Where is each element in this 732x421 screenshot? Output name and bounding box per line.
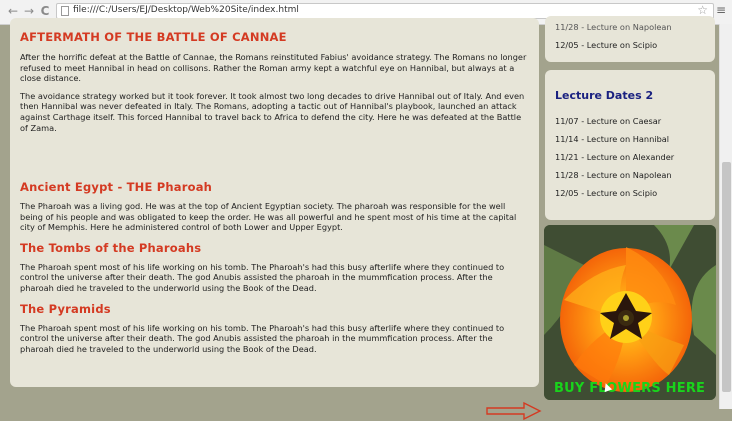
aftermath-paragraph-2: The avoidance strategy worked but it too… xyxy=(20,90,525,133)
vertical-scrollbar[interactable] xyxy=(719,24,732,409)
lecture-item: 11/28 - Lecture on Napolean xyxy=(555,24,672,32)
tulip-image xyxy=(544,225,716,400)
flower-promo[interactable]: BUY FLOWERS HERE xyxy=(544,225,716,400)
arrow-right-icon xyxy=(486,401,542,421)
tombs-paragraph: The Pharoah spent most of his life worki… xyxy=(20,261,505,293)
aftermath-paragraph-1: After the horrific defeat at the Battle … xyxy=(20,52,527,84)
lecture-dates-box-1: 11/28 - Lecture on Napolean 12/05 - Lect… xyxy=(545,16,715,62)
pharoah-heading: Ancient Egypt - THE Pharoah xyxy=(20,180,213,194)
tombs-heading: The Tombs of the Pharoahs xyxy=(20,240,202,255)
aftermath-section: AFTERMATH OF THE BATTLE OF CANNAE After … xyxy=(10,18,539,174)
pyramids-article: The Pyramids The Pharoah spent most of h… xyxy=(20,302,529,355)
address-bar-url: file:///C:/Users/EJ/Desktop/Web%20Site/i… xyxy=(73,5,299,15)
buy-flowers-link[interactable]: BUY FLOWERS HERE xyxy=(554,381,705,396)
bookmark-star-icon[interactable]: ☆ xyxy=(697,3,708,17)
lecture-item: 11/14 - Lecture on Hannibal xyxy=(555,134,670,144)
pharoah-article: Ancient Egypt - THE Pharoah The Pharoah … xyxy=(20,180,529,233)
back-icon[interactable]: ← xyxy=(6,4,20,18)
lecture-item: 11/28 - Lecture on Napolean xyxy=(555,170,672,180)
document-icon xyxy=(61,6,69,16)
pharoah-paragraph: The Pharoah was a living god. He was at … xyxy=(20,201,517,233)
aftermath-heading: AFTERMATH OF THE BATTLE OF CANNAE xyxy=(20,30,287,44)
tombs-article: The Tombs of the Pharoahs The Pharoah sp… xyxy=(20,241,529,294)
lecture-dates-box-2: Lecture Dates 2 11/07 - Lecture on Caesa… xyxy=(545,70,715,220)
lecture-item: 11/21 - Lecture on Alexander xyxy=(555,152,675,162)
lecture-item: 11/07 - Lecture on Caesar xyxy=(555,116,662,126)
lecture-item: 12/05 - Lecture on Scipio xyxy=(555,188,658,198)
lecture-item: 12/05 - Lecture on Scipio xyxy=(555,40,658,50)
page-content: AFTERMATH OF THE BATTLE OF CANNAE After … xyxy=(0,16,732,421)
egypt-section: Ancient Egypt - THE Pharoah The Pharoah … xyxy=(10,161,539,387)
scrollbar-thumb[interactable] xyxy=(722,162,731,392)
pyramids-heading: The Pyramids xyxy=(20,301,111,316)
lecture-dates-heading: Lecture Dates 2 xyxy=(555,89,654,102)
forward-icon[interactable]: → xyxy=(22,4,36,18)
reload-icon[interactable]: C xyxy=(38,4,52,18)
browser-menu-icon[interactable]: ≡ xyxy=(716,3,726,17)
pyramids-paragraph: The Pharoah spent most of his life worki… xyxy=(20,322,505,354)
